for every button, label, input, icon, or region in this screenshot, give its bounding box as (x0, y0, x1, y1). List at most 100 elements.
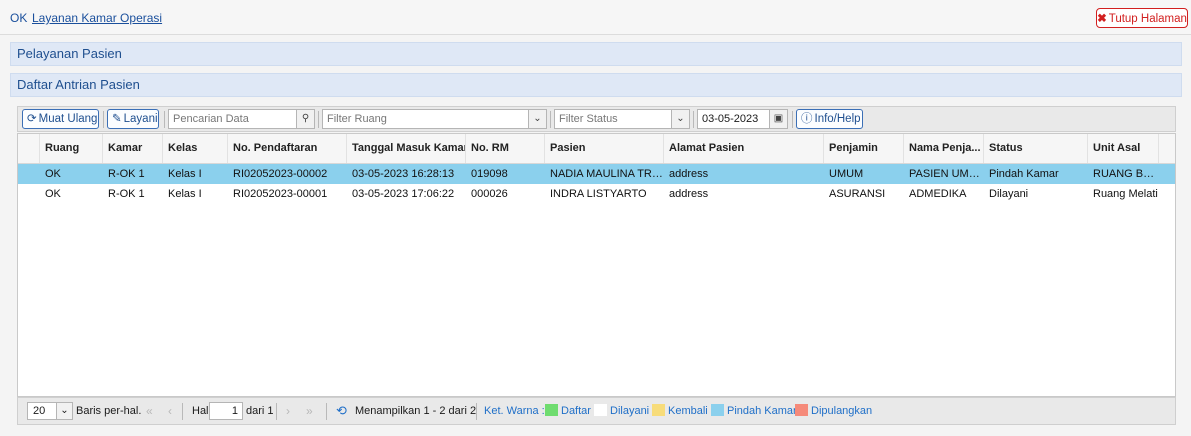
breadcrumb-module[interactable]: OK (10, 11, 27, 25)
cell-pasien: NADIA MAULINA TRIS... (550, 168, 664, 180)
calendar-icon[interactable]: ▣ (769, 110, 787, 128)
cell-kelas: Kelas I (168, 168, 202, 180)
panel-pelayanan-pasien[interactable]: Pelayanan Pasien (10, 42, 1182, 66)
pager-divider (476, 403, 477, 420)
cell-pasien: INDRA LISTYARTO (550, 188, 647, 200)
column-header[interactable]: Status (984, 134, 1088, 163)
cell-no-pendaftaran: RI02052023-00002 (233, 168, 328, 180)
toolbar-divider (318, 111, 319, 128)
top-bar: OK Layanan Kamar Operasi ✖ Tutup Halaman (0, 0, 1191, 35)
cell-alamat: address (669, 168, 709, 180)
last-page-icon[interactable]: » (306, 398, 313, 424)
search-input[interactable]: Pencarian Data ⚲ (168, 109, 315, 129)
status-filter-placeholder: Filter Status (559, 113, 618, 125)
cell-status: Dilayani (989, 188, 1029, 200)
cell-nama-penjamin: PASIEN UMUM (909, 168, 984, 180)
legend-swatch (652, 404, 665, 416)
close-page-button[interactable]: ✖ Tutup Halaman (1096, 8, 1188, 28)
pager-divider (326, 403, 327, 420)
page-size-select[interactable]: 20 ⌄ (27, 402, 73, 420)
column-header[interactable]: Tanggal Masuk Kamar (347, 134, 466, 163)
grid-toolbar: ⟳ Muat Ulang ✎ Layani Pencarian Data ⚲ Fil… (17, 106, 1176, 132)
chevron-down-icon[interactable]: ⌄ (528, 110, 546, 128)
layani-button[interactable]: ✎ Layani (107, 109, 159, 129)
search-icon[interactable]: ⚲ (296, 110, 314, 128)
breadcrumb-page-link[interactable]: Layanan Kamar Operasi (32, 11, 162, 25)
reload-button[interactable]: ⟳ Muat Ulang (22, 109, 99, 129)
cell-kelas: Kelas I (168, 188, 202, 200)
page-label: Hal (192, 405, 209, 417)
page-number-input[interactable]: 1 (209, 402, 243, 420)
legend-dilayani: Dilayani (594, 398, 649, 424)
grid-header: Ruang Kamar Kelas No. Pendaftaran Tangga… (18, 134, 1175, 164)
cell-no-rm: 019098 (471, 168, 508, 180)
toolbar-divider (792, 111, 793, 128)
column-header[interactable]: Kamar (103, 134, 163, 163)
cell-penjamin: ASURANSI (829, 188, 886, 200)
table-row[interactable]: OK R-OK 1 Kelas I RI02052023-00001 03-05… (18, 184, 1175, 204)
info-help-button[interactable]: ⓘ Info/Help (796, 109, 863, 129)
refresh-icon[interactable]: ⟲ (336, 398, 347, 424)
cell-unit-asal: RUANG BUMI (1093, 168, 1159, 180)
next-page-icon[interactable]: › (286, 398, 290, 424)
question-circle-icon: ⓘ (801, 113, 813, 125)
first-page-icon[interactable]: « (146, 398, 153, 424)
cell-no-pendaftaran: RI02052023-00001 (233, 188, 328, 200)
patient-queue-grid: Ruang Kamar Kelas No. Pendaftaran Tangga… (17, 133, 1176, 397)
column-header[interactable]: Unit Asal (1088, 134, 1159, 163)
close-page-label: Tutup Halaman (1108, 13, 1187, 25)
prev-page-icon[interactable]: ‹ (168, 398, 172, 424)
pager-divider (182, 403, 183, 420)
table-row[interactable]: OK R-OK 1 Kelas I RI02052023-00002 03-05… (18, 164, 1175, 184)
room-filter-select[interactable]: Filter Ruang ⌄ (322, 109, 547, 129)
page-of-label: dari 1 (246, 405, 274, 417)
cell-nama-penjamin: ADMEDIKA (909, 188, 967, 200)
room-filter-placeholder: Filter Ruang (327, 113, 387, 125)
cell-tanggal-masuk: 03-05-2023 17:06:22 (352, 188, 455, 200)
date-field[interactable]: 03-05-2023 ▣ (697, 109, 788, 129)
cell-kamar: R-OK 1 (108, 168, 145, 180)
legend-dipulangkan: Dipulangkan (795, 398, 872, 424)
cell-no-rm: 000026 (471, 188, 508, 200)
panel-daftar-antrian[interactable]: Daftar Antrian Pasien (10, 73, 1182, 97)
search-placeholder: Pencarian Data (173, 113, 249, 125)
cell-alamat: address (669, 188, 709, 200)
close-icon: ✖ (1097, 13, 1107, 25)
info-help-label: Info/Help (814, 113, 861, 125)
legend-swatch (594, 404, 607, 416)
cell-kamar: R-OK 1 (108, 188, 145, 200)
row-number-header (18, 134, 40, 163)
refresh-icon: ⟳ (27, 113, 37, 125)
pager-divider (276, 403, 277, 420)
legend-swatch (711, 404, 724, 416)
page-size-value: 20 (33, 405, 46, 417)
toolbar-divider (103, 111, 104, 128)
legend-swatch (795, 404, 808, 416)
paging-toolbar: 20 ⌄ Baris per-hal. « ‹ Hal 1 dari 1 › »… (17, 397, 1176, 425)
reload-label: Muat Ulang (38, 113, 98, 125)
cell-unit-asal: Ruang Melati (1093, 188, 1158, 200)
toolbar-divider (164, 111, 165, 128)
legend-daftar: Daftar (545, 398, 591, 424)
column-header[interactable]: Alamat Pasien (664, 134, 824, 163)
column-header[interactable]: No. RM (466, 134, 545, 163)
toolbar-divider (693, 111, 694, 128)
cell-tanggal-masuk: 03-05-2023 16:28:13 (352, 168, 455, 180)
layani-label: Layani (123, 113, 158, 125)
legend-pindah-kamar: Pindah Kamar (711, 398, 797, 424)
column-header[interactable]: Kelas (163, 134, 228, 163)
status-filter-select[interactable]: Filter Status ⌄ (554, 109, 690, 129)
chevron-down-icon[interactable]: ⌄ (671, 110, 689, 128)
column-header[interactable]: Nama Penja... (904, 134, 984, 163)
column-header[interactable]: Ruang (40, 134, 103, 163)
column-header[interactable]: No. Pendaftaran (228, 134, 347, 163)
cell-status: Pindah Kamar (989, 168, 1059, 180)
per-page-label: Baris per-hal. (76, 405, 142, 417)
cell-penjamin: UMUM (829, 168, 864, 180)
column-header[interactable]: Penjamin (824, 134, 904, 163)
legend-swatch (545, 404, 558, 416)
chevron-down-icon[interactable]: ⌄ (56, 403, 72, 419)
column-header[interactable]: Pasien (545, 134, 664, 163)
legend-title: Ket. Warna : (484, 405, 545, 417)
cell-ruang: OK (45, 168, 61, 180)
